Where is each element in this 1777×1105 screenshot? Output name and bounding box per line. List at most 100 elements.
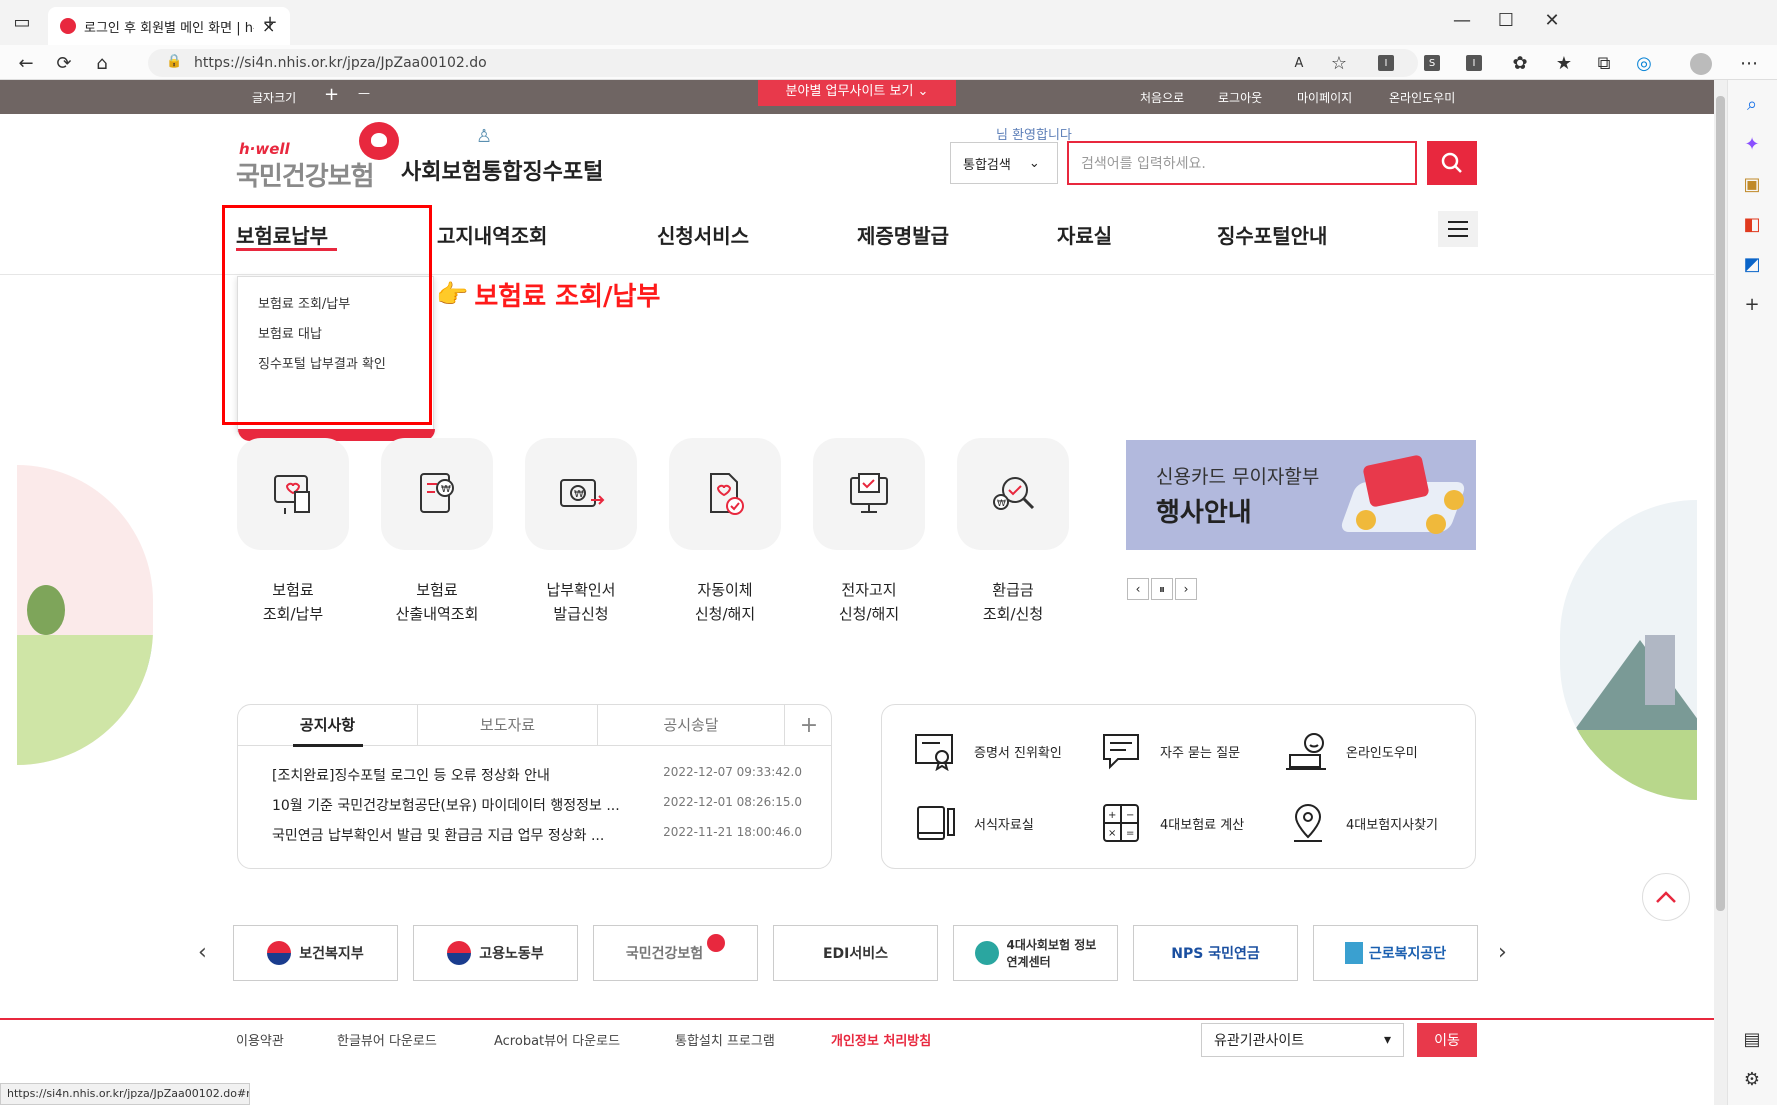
family-site-nhis[interactable]: 국민건강보험: [593, 925, 758, 981]
read-aloud-icon[interactable]: A: [1285, 49, 1313, 77]
link-online-help[interactable]: 온라인도우미: [1389, 89, 1455, 106]
home-icon[interactable]: ⌂: [88, 49, 116, 77]
shopping-icon[interactable]: ▣: [1738, 170, 1766, 198]
link-mypage[interactable]: 마이페이지: [1297, 89, 1352, 106]
page-scrollbar[interactable]: [1714, 80, 1727, 1105]
coin-icon: [1356, 510, 1376, 530]
banner-prev-button[interactable]: ‹: [1127, 578, 1149, 600]
notice-date: 2022-11-21 18:00:46.0: [663, 825, 802, 839]
notice-more-button[interactable]: +: [785, 705, 831, 746]
quick-link-cert-verify[interactable]: 증명서 진위확인: [912, 729, 1062, 773]
scroll-thumb[interactable]: [1716, 96, 1725, 911]
family-prev-button[interactable]: ‹: [198, 940, 207, 965]
link-home[interactable]: 처음으로: [1140, 89, 1184, 106]
favorites-icon[interactable]: ★: [1550, 49, 1578, 77]
service-item-e-notice[interactable]: 전자고지 신청/해지: [813, 438, 925, 626]
gnb-item-certificate[interactable]: 제증명발급: [857, 220, 949, 249]
add-sidebar-icon[interactable]: +: [1738, 290, 1766, 318]
font-plus-button[interactable]: +: [324, 84, 339, 105]
tab-press[interactable]: 보도자료: [418, 705, 598, 746]
profile-avatar[interactable]: [1690, 53, 1712, 75]
quick-link-branch-finder[interactable]: 4대보험지사찾기: [1284, 801, 1438, 845]
tab-public-notice[interactable]: 공시송달: [598, 705, 785, 746]
go-button[interactable]: 이동: [1417, 1023, 1477, 1057]
family-site-mohw[interactable]: 보건복지부: [233, 925, 398, 981]
gnb-item-portal-guide[interactable]: 징수포털안내: [1217, 220, 1327, 249]
quick-link-label: 서식자료실: [974, 817, 1034, 833]
banner-next-button[interactable]: ›: [1175, 578, 1197, 600]
notice-date: 2022-12-07 09:33:42.0: [663, 765, 802, 779]
notice-row[interactable]: [조치완료]징수포털 로그인 등 오류 정상화 안내 2022-12-07 09:…: [272, 765, 802, 785]
service-item-payment-certificate[interactable]: ₩ 납부확인서 발급신청: [525, 438, 637, 626]
service-item-refund[interactable]: ₩ 환급금 조회/신청: [957, 438, 1069, 626]
family-site-edi[interactable]: EDI서비스: [773, 925, 938, 981]
office-icon[interactable]: ◧: [1738, 210, 1766, 238]
family-next-button[interactable]: ›: [1498, 940, 1507, 965]
hamburger-menu-button[interactable]: [1438, 211, 1478, 247]
user-icon[interactable]: ♙: [476, 126, 492, 147]
extension-2-icon[interactable]: S: [1424, 55, 1440, 71]
footer-link-terms[interactable]: 이용약관: [236, 1030, 284, 1049]
notice-row[interactable]: 국민연금 납부확인서 발급 및 환급금 지급 업무 정상화 ... 2022-11…: [272, 825, 802, 845]
quick-link-online-help[interactable]: 온라인도우미: [1284, 729, 1418, 773]
site-logo[interactable]: h·well 국민건강보험 사회보험통합징수포털: [230, 120, 620, 192]
extension-3-icon[interactable]: I: [1466, 55, 1482, 71]
family-site-moel[interactable]: 고용노동부: [413, 925, 578, 981]
helper-person-icon: [1286, 733, 1326, 770]
gnb-item-application[interactable]: 신청서비스: [657, 220, 749, 249]
sidebar-layout-icon[interactable]: ▤: [1738, 1025, 1766, 1053]
maximize-icon[interactable]: ☐: [1492, 6, 1520, 34]
search-input[interactable]: 검색어를 입력하세요.: [1067, 141, 1417, 185]
browser-tab[interactable]: 로그인 후 회원별 메인 화면 | h-w ×: [48, 7, 290, 45]
family-site-nps[interactable]: NPS 국민연금: [1133, 925, 1298, 981]
footer-link-privacy[interactable]: 개인정보 처리방침: [831, 1030, 931, 1049]
link-logout[interactable]: 로그아웃: [1218, 89, 1262, 106]
extensions-icon[interactable]: ✿: [1506, 49, 1534, 77]
tab-notice[interactable]: 공지사항: [238, 705, 418, 746]
related-sites-select[interactable]: 유관기관사이트 ▾: [1201, 1023, 1404, 1057]
back-icon[interactable]: ←: [12, 49, 40, 77]
font-minus-button[interactable]: —: [358, 86, 370, 100]
copilot-icon[interactable]: ✦: [1738, 130, 1766, 158]
receipt-icon: [274, 475, 310, 514]
scroll-top-button[interactable]: [1642, 873, 1690, 921]
service-label: 보험료 조회/납부: [262, 581, 324, 623]
outlook-icon[interactable]: ◩: [1738, 250, 1766, 278]
footer-link-installer[interactable]: 통합설치 프로그램: [675, 1030, 775, 1049]
favorite-add-icon[interactable]: ☆: [1325, 49, 1353, 77]
more-menu-icon[interactable]: ⋯: [1735, 49, 1763, 77]
browser-essentials-icon[interactable]: ◎: [1630, 49, 1658, 77]
sidebar-toggle-icon[interactable]: ▭: [8, 8, 36, 36]
quick-link-faq[interactable]: 자주 묻는 질문: [1098, 729, 1240, 773]
settings-icon[interactable]: ⚙: [1738, 1065, 1766, 1093]
family-site-4insure[interactable]: 4대사회보험 정보연계센터: [953, 925, 1118, 981]
minimize-icon[interactable]: —: [1448, 6, 1476, 34]
service-item-inquiry-payment[interactable]: 보험료 조회/납부: [237, 438, 349, 626]
family-site-comwel[interactable]: 근로복지공단: [1313, 925, 1478, 981]
notice-row[interactable]: 10월 기준 국민건강보험공단(보유) 마이데이터 행정정보 ... 2022-1…: [272, 795, 802, 815]
gnb-item-notice-inquiry[interactable]: 고지내역조회: [437, 220, 547, 249]
collections-icon[interactable]: ⧉: [1590, 49, 1618, 77]
extension-1-icon[interactable]: I: [1378, 55, 1394, 71]
sector-site-button[interactable]: 분야별 업무사이트 보기 ⌄: [758, 80, 956, 106]
footer-link-hwp-viewer[interactable]: 한글뷰어 다운로드: [337, 1030, 437, 1049]
new-tab-button[interactable]: +: [256, 8, 284, 36]
search-type-select[interactable]: 통합검색 ⌄: [950, 142, 1058, 184]
quick-link-forms[interactable]: 서식자료실: [912, 801, 1034, 845]
banner-pause-button[interactable]: ⏸: [1151, 578, 1173, 600]
search-sidebar-icon[interactable]: ⌕: [1738, 90, 1766, 118]
svg-text:×: ×: [1108, 828, 1116, 839]
quick-link-calculator[interactable]: + − × = 4대보험료 계산: [1098, 801, 1244, 845]
chevron-down-icon: ⌄: [1028, 155, 1040, 171]
footer-link-acrobat-viewer[interactable]: Acrobat뷰어 다운로드: [494, 1030, 620, 1049]
search-button[interactable]: [1427, 141, 1477, 185]
close-window-icon[interactable]: ✕: [1538, 6, 1566, 34]
quick-link-label: 4대보험지사찾기: [1346, 817, 1438, 833]
url-bar[interactable]: 🔒 https://si4n.nhis.or.kr/jpza/JpZaa0010…: [148, 49, 1418, 77]
gnb-item-archive[interactable]: 자료실: [1057, 220, 1112, 249]
promo-banner[interactable]: 신용카드 무이자할부 행사안내: [1126, 440, 1476, 550]
reload-icon[interactable]: ⟳: [50, 49, 78, 77]
family-site-label: 고용노동부: [479, 946, 544, 962]
service-item-calc-history[interactable]: ₩ 보험료 산출내역조회: [381, 438, 493, 626]
service-item-auto-transfer[interactable]: 자동이체 신청/해지: [669, 438, 781, 626]
